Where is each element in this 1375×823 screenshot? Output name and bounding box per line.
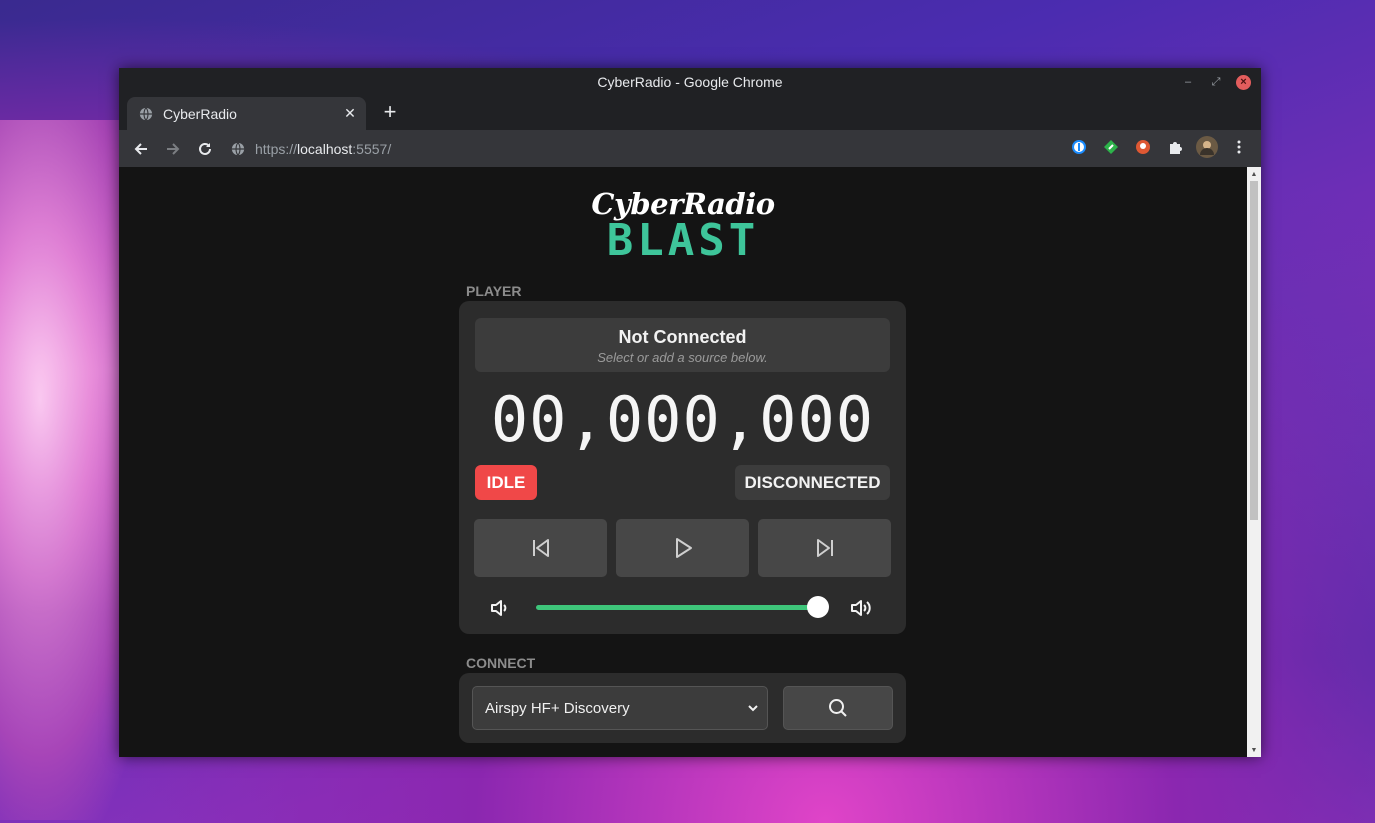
connect-card: Airspy HF+ Discovery [459, 673, 906, 743]
device-select-value: Airspy HF+ Discovery [485, 699, 630, 717]
tab-strip: CyberRadio ✕ + [119, 96, 1261, 130]
skip-previous-icon [532, 539, 549, 557]
frequency-display: 00,000,000 [490, 383, 875, 456]
url-host: localhost [297, 140, 353, 157]
arrow-right-icon [167, 142, 180, 155]
page-scrollbar[interactable]: ▲ ▼ [1247, 167, 1261, 757]
browser-window: CyberRadio - Google Chrome – ⤢ × CyberRa… [119, 68, 1261, 757]
1password-icon[interactable] [1067, 135, 1091, 159]
extensions-area [1067, 135, 1251, 159]
search-icon [829, 699, 847, 717]
volume-high-icon[interactable] [849, 597, 877, 619]
search-button[interactable] [783, 686, 893, 730]
profile-avatar[interactable] [1195, 135, 1219, 159]
browser-toolbar: https://localhost:5557/ [119, 130, 1261, 167]
status-subtitle: Select or add a source below. [597, 350, 768, 365]
volume-low-icon[interactable] [489, 597, 511, 619]
new-tab-button[interactable]: + [379, 101, 401, 123]
chevron-down-icon [748, 705, 758, 712]
connection-badge: DISCONNECTED [735, 465, 890, 500]
forward-button[interactable] [157, 133, 189, 165]
idle-badge: IDLE [475, 465, 537, 500]
connect-section-label: CONNECT [466, 655, 536, 671]
window-controls: – ⤢ × [1180, 74, 1251, 90]
tab-close-icon[interactable]: ✕ [340, 105, 360, 122]
url-port: :5557/ [352, 140, 392, 157]
previous-button[interactable] [474, 519, 607, 577]
tab-cyberradio[interactable]: CyberRadio ✕ [127, 97, 366, 130]
scrollbar-thumb[interactable] [1250, 181, 1258, 520]
reload-icon [199, 142, 211, 155]
kebab-menu-icon[interactable] [1227, 135, 1251, 159]
status-title: Not Connected [618, 327, 747, 347]
back-button[interactable] [125, 133, 157, 165]
app-logo: CyberRadio BLAST [585, 187, 781, 266]
player-card: Not Connected Select or add a source bel… [459, 301, 906, 634]
volume-slider[interactable] [536, 596, 830, 618]
arrow-left-icon [134, 142, 147, 155]
logo-subtitle: BLAST [606, 215, 760, 266]
restore-button[interactable]: ⤢ [1208, 74, 1224, 90]
address-bar[interactable]: https://localhost:5557/ [231, 141, 391, 157]
connection-status-box: Not Connected Select or add a source bel… [475, 318, 890, 372]
device-select[interactable]: Airspy HF+ Discovery [472, 686, 768, 730]
puzzle-icon[interactable] [1163, 135, 1187, 159]
volume-slider-thumb[interactable] [807, 596, 830, 618]
page-viewport: CyberRadio BLAST PLAYER Not Connected Se… [119, 167, 1247, 757]
scroll-up-icon[interactable]: ▲ [1247, 169, 1261, 181]
green-extension-icon[interactable] [1099, 135, 1123, 159]
reload-button[interactable] [189, 133, 221, 165]
window-titlebar: CyberRadio - Google Chrome – ⤢ × [119, 68, 1261, 96]
duckduckgo-icon[interactable] [1131, 135, 1155, 159]
tab-title: CyberRadio [163, 105, 237, 122]
play-icon [675, 538, 692, 558]
volume-slider-fill [536, 605, 819, 610]
minimize-button[interactable]: – [1180, 74, 1196, 90]
play-button[interactable] [616, 519, 749, 577]
globe-icon [139, 106, 153, 121]
url-scheme: https:// [255, 140, 298, 157]
player-section-label: PLAYER [466, 283, 522, 299]
site-info-icon[interactable] [231, 141, 245, 156]
close-window-button[interactable]: × [1236, 74, 1251, 90]
scroll-down-icon[interactable]: ▼ [1247, 745, 1261, 757]
window-title: CyberRadio - Google Chrome [597, 74, 783, 90]
next-button[interactable] [758, 519, 891, 577]
skip-next-icon [816, 539, 833, 557]
